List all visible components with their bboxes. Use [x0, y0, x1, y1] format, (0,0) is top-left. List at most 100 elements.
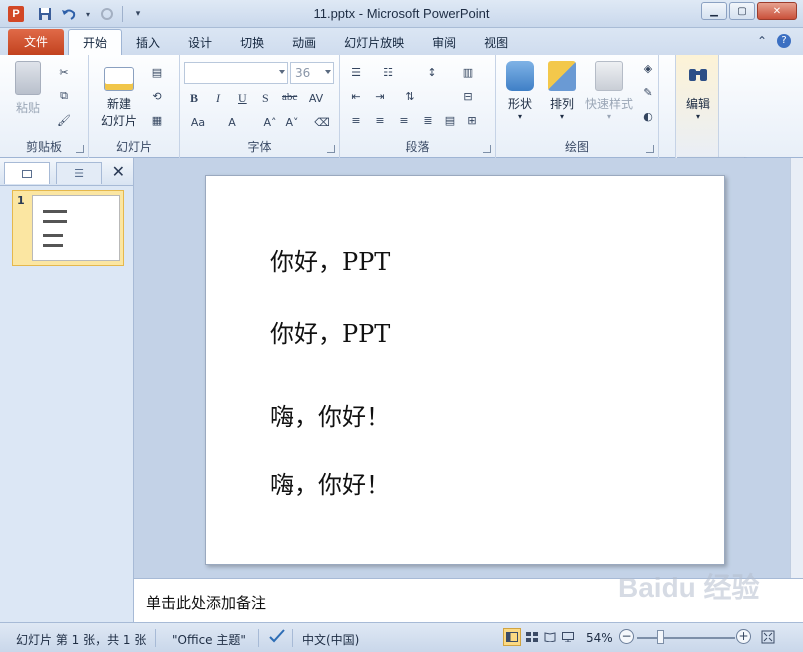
paste-button[interactable]: 粘贴 — [10, 61, 46, 116]
grow-font-icon[interactable]: A˄ — [262, 115, 278, 129]
slides-pane-tabs: ☰ ✕ — [0, 158, 133, 186]
cut-icon[interactable]: ✂ — [56, 65, 72, 79]
zoom-level[interactable]: 54% — [586, 631, 613, 645]
thumb-line — [43, 234, 63, 237]
minimize-ribbon-icon[interactable]: ⌃ — [757, 34, 767, 48]
tab-review[interactable]: 审阅 — [418, 31, 470, 55]
new-slide-button[interactable]: 新建 幻灯片 — [95, 61, 143, 129]
shapes-button[interactable]: 形状 ▾ — [502, 61, 538, 121]
zoom-out-button[interactable]: − — [619, 629, 634, 644]
slide-text-line[interactable]: 嗨，你好！ — [270, 397, 390, 432]
bullets-icon[interactable]: ☰ — [348, 65, 364, 79]
shadow-button[interactable]: S — [262, 91, 269, 106]
tab-file[interactable]: 文件 — [8, 29, 65, 55]
tab-outline[interactable]: ☰ — [56, 162, 102, 184]
shape-outline-icon[interactable]: ✎ — [640, 85, 656, 99]
tab-insert[interactable]: 插入 — [122, 31, 174, 55]
quick-styles-button[interactable]: 快速样式 ▾ — [584, 61, 634, 121]
numbering-icon[interactable]: ☷ — [380, 65, 396, 79]
tab-view[interactable]: 视图 — [470, 31, 522, 55]
shrink-font-icon[interactable]: A˅ — [284, 115, 300, 129]
close-button[interactable]: ✕ — [757, 2, 797, 20]
smartart-icon[interactable]: ⊞ — [464, 113, 480, 127]
minimize-button[interactable]: ▁ — [701, 2, 727, 20]
arrange-button[interactable]: 排列 ▾ — [544, 61, 580, 121]
slide-text-line[interactable]: 嗨，你好！ — [270, 465, 390, 500]
slides-group-label: 幻灯片 — [115, 140, 152, 154]
paragraph-launcher-icon[interactable] — [483, 145, 491, 153]
spell-check-icon[interactable] — [268, 628, 286, 647]
zoom-in-button[interactable]: + — [736, 629, 751, 644]
slide-thumbnail[interactable] — [32, 195, 120, 261]
status-divider — [292, 629, 293, 647]
slide-text-line[interactable]: 你好，PPT — [270, 242, 390, 277]
strikethrough-button[interactable]: abc — [282, 91, 297, 103]
slideshow-view-icon[interactable] — [559, 628, 577, 646]
drawing-group-label: 绘图 — [564, 140, 589, 154]
align-left-icon[interactable]: ≡ — [348, 113, 364, 127]
editing-label: 编辑 — [685, 97, 710, 111]
change-case-icon[interactable]: Aa — [190, 115, 206, 129]
align-right-icon[interactable]: ≡ — [396, 113, 412, 127]
tab-transitions[interactable]: 切换 — [226, 31, 278, 55]
align-text-icon[interactable]: ⊟ — [460, 89, 476, 103]
slide-thumbnail-selected[interactable] — [12, 190, 124, 266]
distributed-icon[interactable]: ▤ — [442, 113, 458, 127]
font-size-box[interactable]: 36 — [290, 62, 334, 84]
justify-icon[interactable]: ≣ — [420, 113, 436, 127]
clear-formatting-icon[interactable]: ⌫ — [314, 115, 330, 129]
notes-placeholder[interactable]: 单击此处添加备注 — [146, 592, 266, 613]
editing-button[interactable]: 编辑 ▾ — [680, 61, 716, 121]
bold-button[interactable]: B — [190, 91, 198, 106]
maximize-button[interactable]: ▢ — [729, 2, 755, 20]
close-pane-icon[interactable]: ✕ — [112, 162, 125, 181]
zoom-slider[interactable] — [637, 637, 735, 639]
columns-icon[interactable]: ▥ — [460, 65, 476, 79]
normal-view-icon[interactable] — [503, 628, 521, 646]
section-icon[interactable]: ▦ — [149, 113, 165, 127]
tab-home[interactable]: 开始 — [68, 29, 123, 55]
decrease-indent-icon[interactable]: ⇤ — [348, 89, 364, 103]
font-name-box[interactable] — [184, 62, 288, 84]
italic-button[interactable]: I — [216, 91, 220, 106]
underline-button[interactable]: U — [238, 91, 247, 106]
line-spacing-icon[interactable]: ↕ — [424, 65, 440, 79]
reset-slide-icon[interactable]: ⟲ — [149, 89, 165, 103]
slide-sorter-icon[interactable] — [523, 628, 541, 646]
font-color-icon[interactable]: A — [224, 115, 240, 129]
format-painter-icon[interactable]: 🖌 — [56, 113, 72, 127]
paste-icon — [15, 61, 41, 95]
slide-canvas[interactable]: 你好，PPT 你好，PPT 嗨，你好！ 嗨，你好！ — [205, 175, 725, 565]
font-group-label: 字体 — [247, 140, 272, 154]
theme-status[interactable]: "Office 主题" — [172, 631, 246, 648]
font-launcher-icon[interactable] — [327, 145, 335, 153]
tab-slides-thumbnails[interactable] — [4, 162, 50, 184]
text-direction-icon[interactable]: ⇅ — [402, 89, 418, 103]
char-spacing-icon[interactable]: AV — [308, 91, 324, 105]
window-controls: ▁ ▢ ✕ — [701, 2, 797, 20]
status-divider — [258, 629, 259, 647]
reading-view-icon[interactable] — [541, 628, 559, 646]
vertical-scrollbar[interactable] — [790, 158, 803, 578]
layout-icon[interactable]: ▤ — [149, 65, 165, 79]
copy-icon[interactable]: ⧉ — [56, 89, 72, 103]
slide-number: 1 — [17, 194, 25, 207]
shape-effects-icon[interactable]: ◐ — [640, 109, 656, 123]
help-icon[interactable]: ? — [777, 34, 791, 48]
font-size-value: 36 — [295, 66, 311, 80]
tab-design[interactable]: 设计 — [174, 31, 226, 55]
fit-to-window-icon[interactable] — [759, 628, 777, 646]
tab-slideshow[interactable]: 幻灯片放映 — [330, 31, 418, 55]
clipboard-group-label: 剪贴板 — [25, 140, 62, 154]
ribbon: 粘贴 ✂ ⧉ 🖌 剪贴板 新建 幻灯片 ▤ ⟲ ▦ 幻灯片 36 B I U S… — [0, 55, 803, 158]
slide-text-line[interactable]: 你好，PPT — [270, 314, 390, 349]
increase-indent-icon[interactable]: ⇥ — [372, 89, 388, 103]
align-center-icon[interactable]: ≡ — [372, 113, 388, 127]
tab-animations[interactable]: 动画 — [278, 31, 330, 55]
group-editing: 编辑 ▾ — [675, 55, 719, 158]
drawing-launcher-icon[interactable] — [646, 145, 654, 153]
zoom-slider-thumb[interactable] — [657, 630, 664, 644]
shape-fill-icon[interactable]: ◈ — [640, 61, 656, 75]
language-status[interactable]: 中文(中国) — [302, 631, 359, 648]
clipboard-launcher-icon[interactable] — [76, 145, 84, 153]
